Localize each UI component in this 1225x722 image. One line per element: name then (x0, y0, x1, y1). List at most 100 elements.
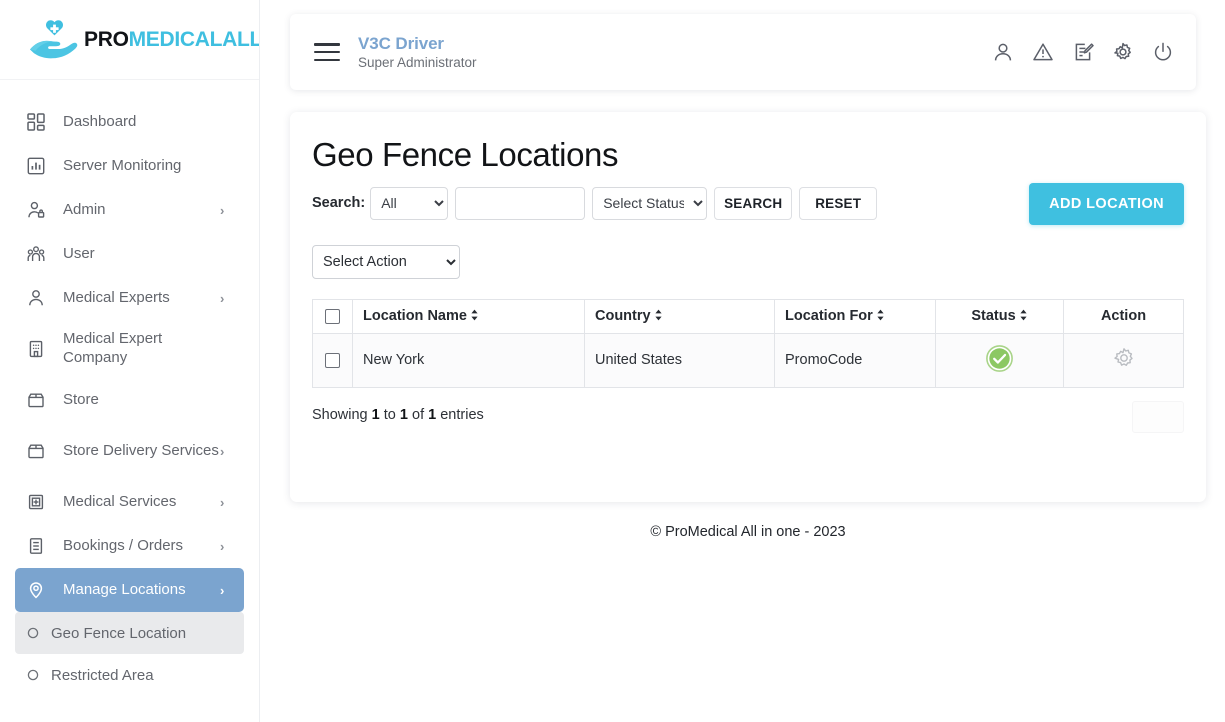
topbar-title: V3C Driver (358, 33, 444, 53)
sidebar-subitem-geo-fence-location[interactable]: Geo Fence Location (15, 612, 244, 654)
sidebar: PROMEDICALALL Dashboard Server Monitorin… (0, 0, 260, 722)
row-checkbox[interactable] (325, 353, 340, 369)
table-header-row: Location Name Country Location For Statu… (312, 298, 1184, 334)
showing-from: 1 (371, 406, 380, 423)
add-location-button[interactable]: ADD LOCATION (1029, 182, 1184, 225)
search-button[interactable]: SEARCH (714, 186, 793, 220)
sidebar-item-bookings-orders[interactable]: Bookings / Orders › (15, 524, 244, 568)
sidebar-item-dashboard[interactable]: Dashboard (15, 100, 244, 144)
map-pin-icon (27, 581, 53, 599)
chevron-right-icon: › (220, 494, 225, 510)
sidebar-item-label: Dashboard (63, 112, 137, 130)
warning-triangle-icon[interactable] (1032, 41, 1054, 63)
sidebar-item-label: Manage Locations (63, 580, 186, 598)
chevron-right-icon: › (220, 202, 225, 218)
power-logout-icon[interactable] (1152, 41, 1174, 63)
users-group-icon (27, 245, 53, 263)
settings-gear-icon[interactable] (1112, 346, 1136, 374)
sidebar-subitem-label: Geo Fence Location (51, 624, 187, 642)
sort-arrows-icon (876, 309, 885, 325)
sidebar-item-user[interactable]: User (15, 232, 244, 276)
geo-fence-locations-table: Location Name Country Location For Statu… (312, 298, 1184, 388)
showing-total: 1 (428, 406, 437, 423)
sort-arrows-icon (1019, 309, 1028, 325)
edit-document-icon[interactable] (1072, 41, 1094, 63)
topbar-titles: V3C Driver Super Administrator (358, 34, 992, 71)
sidebar-item-medical-services[interactable]: Medical Services › (15, 480, 244, 524)
store-icon (27, 391, 53, 409)
sidebar-subitem-restricted-area[interactable]: Restricted Area (15, 654, 244, 696)
cell-status (935, 332, 1064, 388)
bulk-action-select[interactable]: Select Action (312, 244, 460, 279)
sidebar-item-server-monitoring[interactable]: Server Monitoring (15, 144, 244, 188)
footer-copyright: © ProMedical All in one - 2023 (650, 524, 846, 540)
sidebar-item-label: Admin (63, 200, 106, 218)
topbar-subtitle: Super Administrator (358, 55, 477, 71)
column-header-location-name[interactable]: Location Name (352, 298, 585, 334)
sidebar-item-label: Medical Services (63, 492, 177, 510)
chevron-right-icon: › (220, 538, 225, 554)
chevron-right-icon: › (220, 582, 225, 598)
cell-action (1063, 332, 1184, 388)
sort-arrows-icon (470, 309, 479, 325)
row-select-cell (312, 332, 353, 388)
status-filter-select[interactable]: Select Status (592, 186, 708, 220)
pagination-control[interactable] (1132, 401, 1184, 433)
page-title: Geo Fence Locations (312, 136, 619, 173)
bar-chart-icon (27, 157, 53, 175)
sidebar-item-admin[interactable]: Admin › (15, 188, 244, 232)
settings-gear-icon[interactable] (1112, 41, 1134, 63)
sidebar-subitem-label: Restricted Area (51, 666, 154, 684)
reset-button[interactable]: RESET (799, 186, 878, 220)
sidebar-item-label: Store Delivery Services (63, 441, 219, 459)
filter-toolbar: Search: All Select Status SEARCH RESET A… (312, 182, 1184, 225)
sidebar-item-label: Medical Expert Company (63, 330, 163, 366)
topbar-icons (992, 41, 1174, 63)
user-lock-icon (27, 201, 53, 219)
sidebar-item-store-delivery-services[interactable]: Store Delivery Services › (15, 422, 244, 480)
user-profile-icon[interactable] (992, 41, 1014, 63)
select-all-checkbox[interactable] (325, 309, 340, 325)
column-header-action: Action (1063, 298, 1184, 334)
hamburger-menu-icon[interactable] (314, 43, 340, 61)
table-row: New York United States PromoCode (312, 332, 1184, 388)
building-icon (27, 340, 53, 358)
sidebar-item-medical-expert-company[interactable]: Medical Expert Company (15, 320, 244, 378)
sidebar-item-label: Server Monitoring (63, 156, 182, 174)
store-icon (27, 442, 53, 460)
sidebar-item-label: Store (63, 390, 99, 408)
column-header-status[interactable]: Status (935, 298, 1064, 334)
search-input[interactable] (455, 186, 586, 220)
column-label: Location For (785, 308, 873, 325)
column-header-location-for[interactable]: Location For (774, 298, 936, 334)
column-label: Location Name (363, 308, 467, 325)
hospital-icon (27, 493, 53, 511)
column-label: Action (1100, 308, 1147, 325)
sidebar-item-manage-locations[interactable]: Manage Locations › (15, 568, 244, 612)
cell-location-for: PromoCode (774, 332, 936, 388)
search-field-select[interactable]: All (370, 186, 449, 220)
search-label: Search: (312, 195, 366, 212)
table-body: New York United States PromoCode (312, 332, 1184, 388)
sidebar-item-label: Bookings / Orders (63, 536, 184, 554)
circle-outline-icon (27, 669, 49, 681)
column-label: Status (971, 308, 1016, 325)
dashboard-grid-icon (27, 113, 53, 131)
sidebar-item-store[interactable]: Store (15, 378, 244, 422)
showing-of-word: of (412, 406, 425, 423)
brand-logo[interactable]: PROMEDICALALL (0, 0, 259, 80)
sort-arrows-icon (654, 309, 663, 325)
sidebar-nav: Dashboard Server Monitoring Admin › User… (0, 80, 259, 696)
sidebar-item-medical-experts[interactable]: Medical Experts › (15, 276, 244, 320)
column-label: Country (595, 308, 651, 325)
showing-to: 1 (399, 406, 408, 423)
chevron-right-icon: › (220, 290, 225, 306)
brand-name-primary: PRO (84, 27, 129, 51)
main-content: V3C Driver Super Administrator Geo Fence… (260, 0, 1225, 722)
column-header-country[interactable]: Country (584, 298, 775, 334)
brand-name-secondary: MEDICALALL (128, 27, 260, 51)
chevron-right-icon: › (220, 443, 225, 459)
showing-entries-word: entries (440, 406, 484, 423)
green-check-circle-icon[interactable] (986, 344, 1013, 376)
person-icon (27, 289, 53, 307)
